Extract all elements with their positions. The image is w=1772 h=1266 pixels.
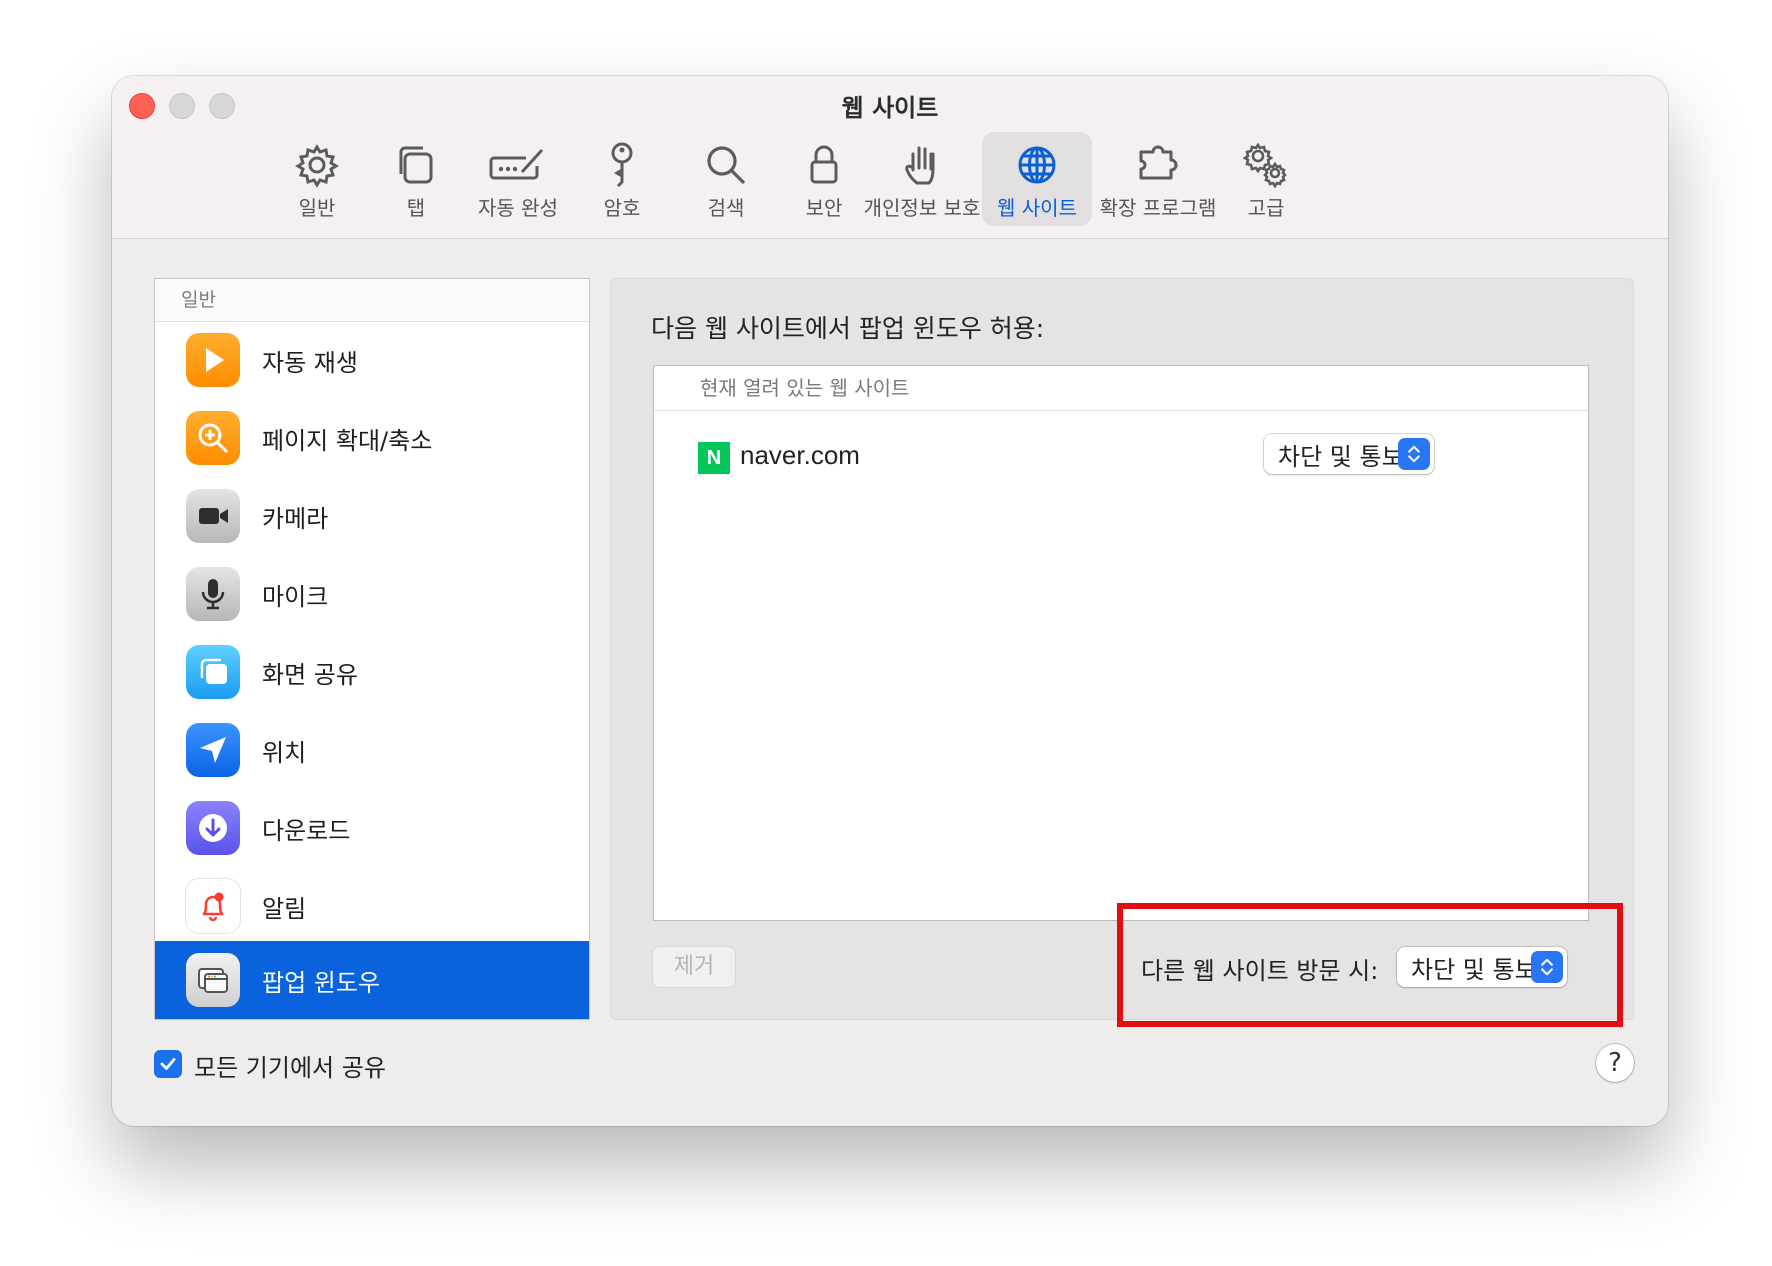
sidebar-item-autoplay[interactable]: 자동 재생 <box>155 321 589 399</box>
remove-button[interactable]: 제거 <box>653 947 735 987</box>
sidebar-section-header: 일반 <box>155 279 589 322</box>
list-section-header: 현재 열려 있는 웹 사이트 <box>654 366 1588 411</box>
checkmark-icon <box>160 1058 176 1070</box>
sidebar-item-label: 알림 <box>262 894 307 923</box>
sidebar-item-label: 마이크 <box>262 582 329 611</box>
sidebar-item-label: 화면 공유 <box>262 660 358 689</box>
sidebar-item-page-zoom[interactable]: 페이지 확대/축소 <box>155 399 589 477</box>
share-across-devices-label: 모든 기기에서 공유 <box>194 1054 386 1082</box>
zoom-icon <box>186 411 240 465</box>
tab-passwords[interactable]: 암호 <box>580 132 664 226</box>
tab-label: 자동 완성 <box>478 196 558 220</box>
website-setting-popup[interactable]: 차단 및 통보 <box>1264 434 1434 474</box>
sidebar-item-screen-sharing[interactable]: 화면 공유 <box>155 633 589 711</box>
tab-advanced[interactable]: 고급 <box>1224 132 1308 226</box>
tab-security[interactable]: 보안 <box>782 132 866 226</box>
highlight-annotation-box <box>1117 903 1623 1027</box>
tab-label: 보안 <box>805 196 843 220</box>
sidebar-item-label: 카메라 <box>262 504 329 533</box>
tab-label: 개인정보 보호 <box>863 196 981 220</box>
gears-icon <box>1242 142 1287 189</box>
location-icon <box>186 723 240 777</box>
popup-window-icon <box>186 953 240 1007</box>
website-row[interactable]: N naver.com 차단 및 통보 <box>654 432 1588 482</box>
download-icon <box>186 801 240 855</box>
tab-privacy[interactable]: 개인정보 보호 <box>864 132 980 226</box>
globe-icon <box>1018 146 1056 184</box>
preferences-toolbar: 일반 탭 자동 완성 암호 검색 보안 개인정보 보호 웹 사이트 확장 프로그… <box>112 132 1668 232</box>
sidebar-item-notifications[interactable]: 알림 <box>155 867 589 945</box>
titlebar: 웹 사이트 일반 탭 자동 완성 암호 검색 보안 개인정보 보호 웹 사이트 … <box>112 76 1668 239</box>
autofill-icon <box>489 148 544 180</box>
puzzle-icon <box>1139 145 1178 180</box>
tab-label: 일반 <box>298 196 336 220</box>
popup-value: 차단 및 통보 <box>1278 442 1404 471</box>
sidebar-item-popup-windows[interactable]: 팝업 윈도우 <box>155 941 589 1019</box>
tabs-icon <box>399 146 433 184</box>
tab-label: 고급 <box>1247 196 1285 220</box>
tab-general[interactable]: 일반 <box>272 132 362 226</box>
tab-label: 탭 <box>406 196 426 220</box>
tab-label: 검색 <box>707 196 745 220</box>
chevron-up-down-icon <box>1398 438 1430 470</box>
website-name: naver.com <box>740 440 860 470</box>
gear-icon <box>295 144 339 188</box>
window-title: 웹 사이트 <box>841 94 939 122</box>
share-across-devices-checkbox[interactable] <box>154 1050 182 1078</box>
tab-autofill[interactable]: 자동 완성 <box>466 132 570 226</box>
tab-label: 웹 사이트 <box>997 196 1077 220</box>
sidebar-item-microphone[interactable]: 마이크 <box>155 555 589 633</box>
play-icon <box>186 333 240 387</box>
tab-label: 확장 프로그램 <box>1099 196 1217 220</box>
key-icon <box>611 142 633 188</box>
sidebar: 일반 자동 재생 페이지 확대/축소 카메라 마이크 화면 공유 위치 다운로드… <box>154 278 590 1020</box>
search-icon <box>707 146 746 185</box>
camera-icon <box>186 489 240 543</box>
sidebar-item-camera[interactable]: 카메라 <box>155 477 589 555</box>
website-list[interactable]: 현재 열려 있는 웹 사이트 N naver.com 차단 및 통보 <box>653 365 1589 921</box>
hand-icon <box>905 146 935 185</box>
tab-label: 암호 <box>603 196 641 220</box>
sidebar-item-label: 위치 <box>262 738 307 767</box>
sidebar-item-label: 팝업 윈도우 <box>262 968 381 997</box>
sidebar-item-label: 자동 재생 <box>262 348 358 377</box>
panel-title: 다음 웹 사이트에서 팝업 윈도우 허용: <box>651 314 1045 343</box>
naver-favicon-icon: N <box>698 442 730 474</box>
sidebar-item-downloads[interactable]: 다운로드 <box>155 789 589 867</box>
bell-icon <box>186 879 240 933</box>
sidebar-item-location[interactable]: 위치 <box>155 711 589 789</box>
tab-tabs[interactable]: 탭 <box>374 132 458 226</box>
lock-icon <box>810 145 838 184</box>
microphone-icon <box>186 567 240 621</box>
sidebar-item-label: 다운로드 <box>262 816 351 845</box>
tab-websites[interactable]: 웹 사이트 <box>982 132 1092 226</box>
sidebar-item-label: 페이지 확대/축소 <box>262 426 433 455</box>
screen-share-icon <box>186 645 240 699</box>
tab-extensions[interactable]: 확장 프로그램 <box>1094 132 1222 226</box>
help-button[interactable]: ? <box>1596 1044 1634 1082</box>
tab-search[interactable]: 검색 <box>684 132 768 226</box>
